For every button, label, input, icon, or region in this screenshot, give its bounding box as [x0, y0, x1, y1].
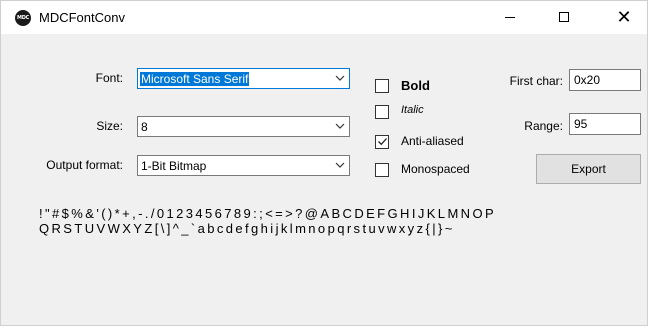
minimize-button[interactable] — [487, 1, 533, 34]
size-select[interactable]: 8 — [137, 116, 350, 137]
font-select[interactable]: Microsoft Sans Serif — [137, 68, 350, 89]
font-label: Font: — [95, 71, 123, 85]
antialiased-label[interactable]: Anti-aliased — [401, 134, 464, 148]
range-value: 95 — [574, 117, 588, 131]
maximize-icon — [559, 12, 569, 22]
chevron-down-icon — [335, 74, 345, 82]
range-input[interactable]: 95 — [569, 113, 641, 135]
size-label: Size: — [96, 119, 123, 133]
font-select-value: Microsoft Sans Serif — [140, 72, 250, 86]
preview-line-1: !"#$%&'()*+,-./0123456789:;<=>?@ABCDEFGH… — [39, 206, 497, 221]
font-preview: !"#$%&'()*+,-./0123456789:;<=>?@ABCDEFGH… — [39, 206, 639, 236]
chevron-down-icon — [335, 122, 345, 130]
monospaced-checkbox[interactable] — [375, 163, 389, 177]
first-char-value: 0x20 — [574, 73, 601, 87]
export-button[interactable]: Export — [536, 154, 641, 184]
monospaced-label[interactable]: Monospaced — [401, 162, 470, 176]
first-char-label: First char: — [509, 74, 563, 88]
bold-label[interactable]: Bold — [401, 78, 430, 93]
size-select-value: 8 — [141, 120, 148, 134]
window-title: MDCFontConv — [39, 10, 125, 25]
range-label: Range: — [524, 119, 563, 133]
minimize-icon — [505, 17, 515, 18]
italic-label[interactable]: Italic — [401, 104, 424, 116]
preview-line-2: QRSTUVWXYZ[\]^_`abcdefghijklmnopqrstuvwx… — [39, 221, 455, 236]
bold-checkbox[interactable] — [375, 79, 389, 93]
close-icon: ✕ — [616, 7, 632, 28]
antialiased-checkbox[interactable] — [375, 135, 389, 149]
output-format-select[interactable]: 1-Bit Bitmap — [137, 155, 350, 176]
output-format-value: 1-Bit Bitmap — [141, 159, 207, 173]
maximize-button[interactable] — [541, 1, 587, 34]
title-bar[interactable]: MDC MDCFontConv ✕ — [1, 1, 647, 34]
chevron-down-icon — [335, 161, 345, 169]
check-icon — [378, 138, 387, 146]
output-format-label: Output format: — [46, 158, 123, 172]
italic-checkbox[interactable] — [375, 105, 389, 119]
first-char-input[interactable]: 0x20 — [569, 69, 641, 91]
app-window: MDC MDCFontConv ✕ Font: Microsoft Sans S… — [0, 0, 648, 326]
close-button[interactable]: ✕ — [601, 1, 647, 34]
app-icon: MDC — [15, 10, 31, 26]
